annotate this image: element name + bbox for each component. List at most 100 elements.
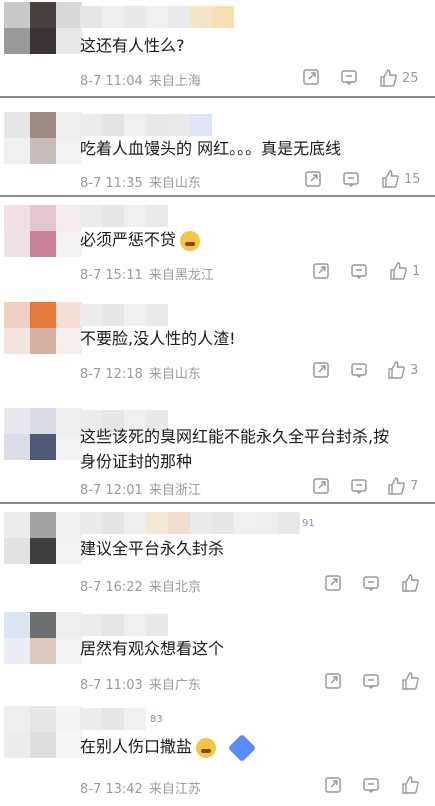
like-button[interactable]	[400, 671, 420, 691]
level-badge: 83	[150, 714, 163, 725]
avatar[interactable]	[4, 112, 82, 164]
comment-button[interactable]	[362, 672, 380, 690]
share-icon	[313, 362, 329, 378]
comment-button[interactable]	[340, 68, 358, 86]
location: 来自广东	[148, 678, 201, 693]
timestamp: 8-7 16:22	[80, 580, 143, 595]
comment-button[interactable]	[362, 574, 380, 592]
like-button[interactable]	[400, 775, 420, 795]
comment-meta: 8-7 13:42 来自江苏	[80, 778, 201, 797]
comment-text: 建议全平台永久封杀	[80, 539, 225, 558]
username[interactable]	[80, 512, 300, 534]
location: 来自山东	[148, 176, 201, 191]
username[interactable]	[80, 708, 146, 730]
avatar[interactable]	[4, 612, 82, 664]
comment-text: 这些该死的臭网红能不能永久全平台封杀,按	[80, 427, 390, 446]
location: 来自黑龙江	[148, 268, 214, 283]
share-button[interactable]	[312, 262, 330, 280]
comment-meta: 8-7 11:03 来自广东	[80, 674, 201, 693]
angry-emoji-icon	[196, 737, 217, 758]
comment-text: 不要脸,没人性的人渣!	[80, 329, 236, 348]
like-button[interactable]: 25	[378, 68, 419, 88]
comment-text: 居然有观众想看这个	[80, 639, 225, 658]
share-icon	[325, 575, 341, 591]
avatar[interactable]	[4, 706, 82, 758]
comment-card: 83 在别人伤口撒盐 8-7 13:42 来自江苏	[0, 700, 435, 806]
comment-button[interactable]	[350, 262, 368, 280]
comment-meta: 8-7 11:04 来自上海	[80, 70, 201, 89]
comment-icon	[351, 363, 367, 379]
username[interactable]	[80, 114, 212, 136]
comment-meta: 8-7 12:18 来自山东	[80, 363, 201, 382]
timestamp: 8-7 12:18	[80, 367, 143, 382]
share-button[interactable]	[312, 361, 330, 379]
like-count: 3	[410, 362, 419, 378]
username[interactable]	[80, 6, 234, 28]
comment-card: 91 建议全平台永久封杀 8-7 16:22 来自北京	[0, 504, 435, 602]
timestamp: 8-7 12:01	[80, 483, 143, 498]
crying-emoji-icon	[180, 230, 201, 251]
username[interactable]	[80, 205, 168, 227]
comment-icon	[351, 264, 367, 280]
comment-card: 这还有人性么? 8-7 11:04 来自上海 25	[0, 0, 435, 96]
comment-body: 必须严惩不贷	[80, 230, 177, 249]
avatar[interactable]	[4, 512, 82, 564]
timestamp: 8-7 11:04	[80, 74, 143, 89]
like-button[interactable]: 1	[388, 261, 420, 281]
share-button[interactable]	[324, 672, 342, 690]
like-button[interactable]: 15	[380, 169, 421, 189]
comment-card: 吃着人血馒头的 网红。。。真是无底线 8-7 11:35 来自山东 15	[0, 98, 435, 195]
location: 来自江苏	[148, 782, 201, 797]
timestamp: 8-7 15:11	[80, 268, 143, 283]
share-icon	[313, 263, 329, 279]
comment-meta: 8-7 11:35 来自山东	[80, 172, 201, 191]
comment-button[interactable]	[362, 776, 380, 794]
comment-icon	[363, 674, 379, 690]
share-button[interactable]	[302, 68, 320, 86]
share-button[interactable]	[324, 574, 342, 592]
comment-text: 必须严惩不贷	[80, 227, 201, 253]
username[interactable]	[80, 614, 168, 636]
comment-button[interactable]	[350, 477, 368, 495]
location: 来自山东	[148, 367, 201, 382]
like-button[interactable]: 3	[386, 360, 418, 380]
location: 来自北京	[148, 580, 201, 595]
comment-meta: 8-7 15:11 来自黑龙江	[80, 264, 214, 283]
avatar[interactable]	[4, 2, 82, 54]
comment-button[interactable]	[350, 361, 368, 379]
share-icon	[313, 478, 329, 494]
location: 来自上海	[148, 74, 201, 89]
comment-meta: 8-7 16:22 来自北京	[80, 576, 201, 595]
thumb-up-icon	[382, 170, 399, 188]
avatar[interactable]	[4, 408, 82, 460]
like-count: 1	[412, 263, 421, 279]
avatar[interactable]	[4, 302, 82, 354]
share-button[interactable]	[312, 477, 330, 495]
share-icon	[303, 69, 319, 85]
thumb-up-icon	[402, 776, 419, 794]
timestamp: 8-7 11:35	[80, 176, 143, 191]
comment-icon	[363, 778, 379, 794]
thumb-up-icon	[388, 361, 405, 379]
comment-body: 在别人伤口撒盐	[80, 737, 193, 756]
comment-text: 在别人伤口撒盐	[80, 733, 257, 762]
like-count: 15	[404, 171, 421, 187]
comment-card: 这些该死的臭网红能不能永久全平台封杀,按 身份证封的那种 8-7 12:01 来自…	[0, 398, 435, 502]
avatar[interactable]	[4, 205, 82, 257]
share-icon	[325, 777, 341, 793]
share-icon	[325, 673, 341, 689]
comment-icon	[363, 576, 379, 592]
like-count: 25	[402, 70, 419, 86]
like-button[interactable]: 7	[386, 476, 418, 496]
comment-meta: 8-7 12:01 来自浙江	[80, 479, 201, 498]
share-button[interactable]	[324, 776, 342, 794]
comment-card: 不要脸,没人性的人渣! 8-7 12:18 来自山东 3	[0, 292, 435, 398]
timestamp: 8-7 11:03	[80, 678, 143, 693]
share-button[interactable]	[304, 170, 322, 188]
thumb-up-icon	[380, 69, 397, 87]
like-button[interactable]	[400, 573, 420, 593]
location: 来自浙江	[148, 483, 201, 498]
comment-button[interactable]	[342, 170, 360, 188]
username[interactable]	[80, 304, 168, 326]
comment-text: 这还有人性么?	[80, 36, 185, 55]
